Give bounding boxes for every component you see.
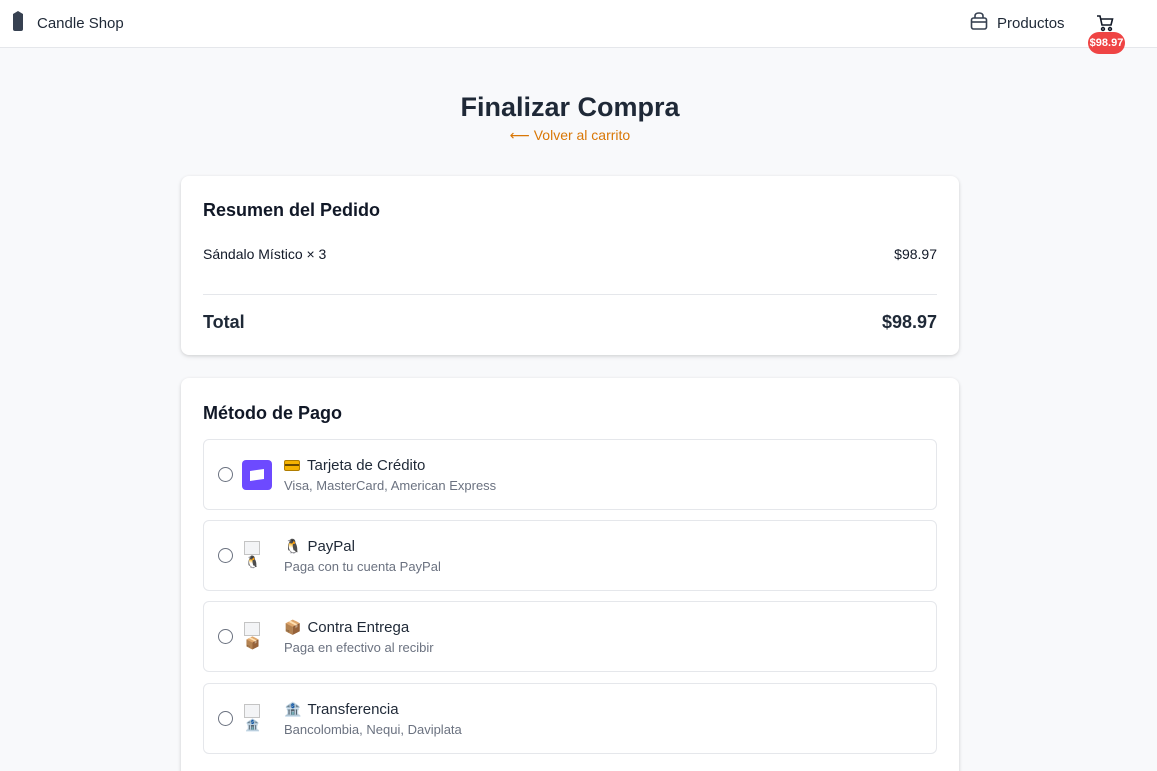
cart-button[interactable]: $98.97 xyxy=(1088,12,1126,54)
payment-option-title-text: PayPal xyxy=(307,538,355,555)
cash-broken-image-icon: 📦 xyxy=(244,622,264,652)
order-summary-card: Resumen del Pedido Sándalo Místico × 3 $… xyxy=(181,176,959,355)
payment-option-title: 🐧 PayPal xyxy=(284,538,355,555)
top-nav-bar: Candle Shop Productos $98.97 xyxy=(0,0,1157,54)
nav-products-link[interactable]: Productos xyxy=(969,11,1065,36)
candle-icon xyxy=(10,10,26,36)
page-title: Finalizar Compra xyxy=(460,92,680,122)
credit-card-icon xyxy=(284,460,300,471)
total-label: Total xyxy=(203,312,245,332)
shopping-bag-icon xyxy=(969,11,989,36)
payment-option-subtitle: Paga con tu cuenta PayPal xyxy=(284,559,441,574)
payment-method-heading: Método de Pago xyxy=(203,403,342,423)
package-icon: 📦 xyxy=(284,619,302,635)
payment-radio-cash-on-delivery[interactable] xyxy=(218,629,233,644)
brand-link[interactable]: Candle Shop xyxy=(10,10,124,36)
order-summary-heading: Resumen del Pedido xyxy=(203,200,381,220)
paypal-broken-image-icon: 🐧 xyxy=(244,541,264,571)
bank-icon: 🏦 xyxy=(284,701,302,717)
payment-option-title-text: Transferencia xyxy=(307,701,399,718)
payment-option-paypal[interactable]: 🐧 🐧 PayPal Paga con tu cuenta PayPal xyxy=(203,520,937,591)
credit-card-logo-icon xyxy=(242,460,272,490)
total-value: $98.97 xyxy=(881,312,937,332)
order-item-price: $98.97 xyxy=(894,246,937,262)
order-item-row: Sándalo Místico × 3 $98.97 xyxy=(203,246,937,262)
payment-option-transfer[interactable]: 🏦 🏦 Transferencia Bancolombia, Nequi, Da… xyxy=(203,683,937,754)
payment-option-title: 🏦 Transferencia xyxy=(284,701,399,718)
order-item-label: Sándalo Místico × 3 xyxy=(203,246,327,262)
penguin-icon: 🐧 xyxy=(284,538,302,554)
payment-option-cash-on-delivery[interactable]: 📦 📦 Contra Entrega Paga en efectivo al r… xyxy=(203,601,937,672)
order-total-row: Total $98.97 xyxy=(203,312,937,333)
back-to-cart-link[interactable]: ⟵ Volver al carrito xyxy=(0,127,1140,144)
payment-option-title-text: Contra Entrega xyxy=(307,619,410,636)
payment-option-title: Tarjeta de Crédito xyxy=(284,457,425,474)
payment-radio-credit-card[interactable] xyxy=(218,467,233,482)
payment-option-title: 📦 Contra Entrega xyxy=(284,619,409,636)
nav-products-label: Productos xyxy=(997,14,1065,32)
summary-divider xyxy=(203,294,937,295)
payment-option-subtitle: Bancolombia, Nequi, Daviplata xyxy=(284,722,462,737)
payment-option-title-text: Tarjeta de Crédito xyxy=(307,457,426,474)
payment-method-card: Método de Pago Tarjeta de Crédito Visa, … xyxy=(181,378,959,771)
payment-option-credit-card[interactable]: Tarjeta de Crédito Visa, MasterCard, Ame… xyxy=(203,439,937,510)
payment-option-subtitle: Visa, MasterCard, American Express xyxy=(284,478,497,493)
brand-name: Candle Shop xyxy=(37,14,124,32)
payment-radio-transfer[interactable] xyxy=(218,711,233,726)
transfer-broken-image-icon: 🏦 xyxy=(244,704,264,734)
payment-radio-paypal[interactable] xyxy=(218,548,233,563)
payment-option-subtitle: Paga en efectivo al recibir xyxy=(284,640,434,655)
cart-total-badge: $98.97 xyxy=(1088,32,1125,54)
